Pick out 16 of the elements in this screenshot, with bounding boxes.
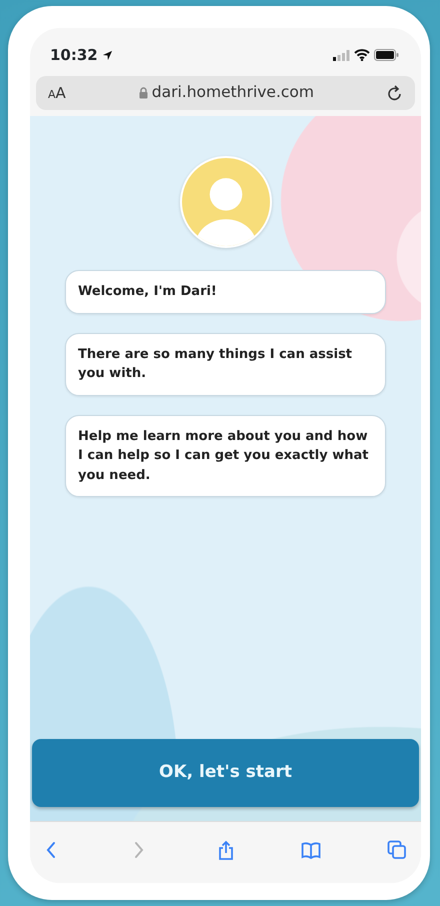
chat-message: Welcome, I'm Dari!	[65, 270, 386, 314]
start-button[interactable]: OK, let's start	[32, 739, 419, 807]
signal-icon	[333, 50, 350, 60]
tabs-icon[interactable]	[387, 840, 407, 860]
battery-icon	[374, 49, 399, 61]
status-time: 10:32	[50, 44, 98, 66]
text-size-button[interactable]: AA	[48, 82, 66, 104]
reload-icon[interactable]	[386, 84, 403, 102]
open-book-icon[interactable]	[301, 840, 322, 860]
wifi-icon	[354, 49, 370, 61]
url-text: dari.homethrive.com	[152, 82, 314, 104]
chat-message: There are so many things I can assist you with.	[65, 332, 386, 396]
location-arrow-icon	[102, 50, 113, 60]
address-bar[interactable]: AA dari.homethrive.com	[36, 76, 415, 110]
chat-message: Help me learn more about you and how I can help so I can get you exactly what you need.	[65, 414, 386, 497]
lock-icon	[138, 87, 148, 99]
